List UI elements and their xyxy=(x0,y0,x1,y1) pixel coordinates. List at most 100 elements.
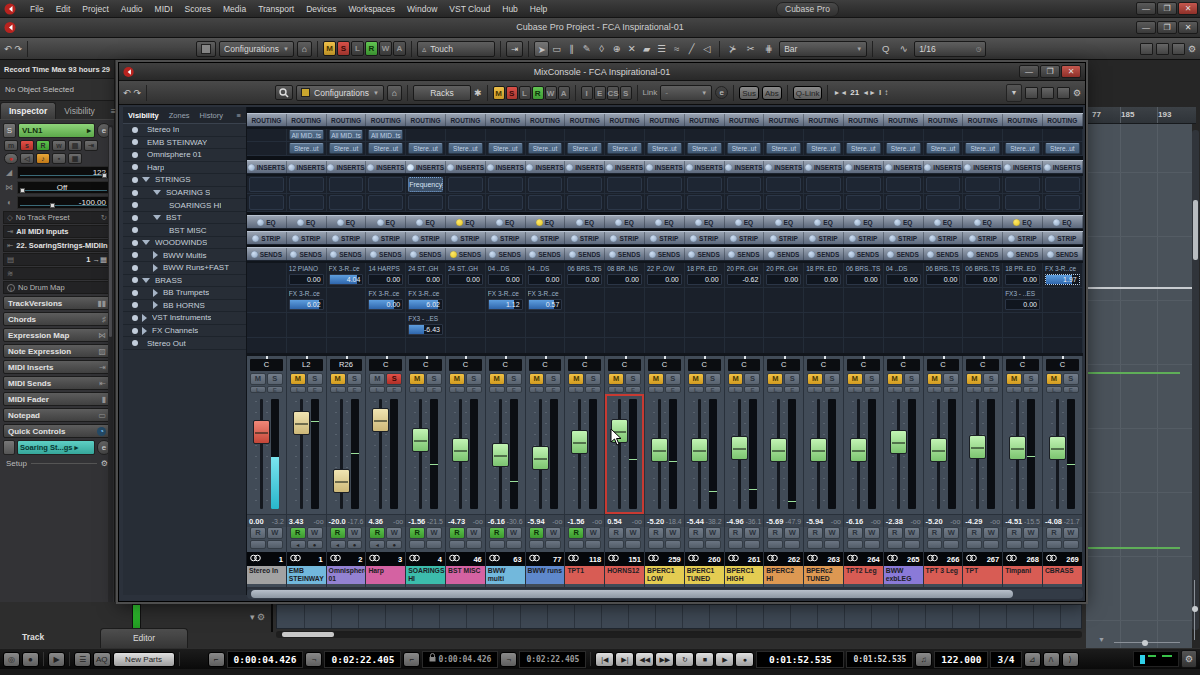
fader-value[interactable]: -5.20 xyxy=(647,517,664,526)
output-routing-button[interactable]: Stere..ut xyxy=(926,143,961,154)
send-cell[interactable] xyxy=(645,338,685,354)
auto-w-button[interactable]: W xyxy=(379,41,392,56)
pan-control[interactable]: C xyxy=(366,356,405,373)
send-level-bar[interactable]: 0.00 xyxy=(607,274,642,285)
eq-power-icon[interactable] xyxy=(814,219,821,226)
rack-header-cell[interactable]: INSERTS xyxy=(924,161,964,173)
solo-button[interactable]: S xyxy=(904,373,920,385)
fader-value[interactable]: -5.94 xyxy=(528,517,545,526)
write-button[interactable]: W xyxy=(585,527,601,539)
fader-cap[interactable] xyxy=(412,428,429,452)
insert-slot[interactable] xyxy=(766,177,801,192)
insert-slot[interactable] xyxy=(408,195,443,210)
solo-button[interactable]: S xyxy=(864,373,880,385)
transport-forward-button[interactable]: ▶▶ xyxy=(655,652,674,667)
send-slot-label[interactable]: 04 ..DS xyxy=(886,264,921,273)
send-cell[interactable] xyxy=(645,288,685,312)
grid-icon[interactable]: ⋕ xyxy=(761,41,776,57)
rack-header-cell[interactable]: SENDS xyxy=(486,248,526,260)
send-level-bar[interactable]: 0.00 xyxy=(926,274,961,285)
send-level-bar[interactable]: 0.00 xyxy=(408,274,443,285)
vscroll-thumb[interactable] xyxy=(1193,200,1198,260)
tool-scrub-icon[interactable]: ◁ xyxy=(699,41,714,57)
pan-value[interactable]: C xyxy=(489,359,522,371)
input-routing-button[interactable]: All MID..ts xyxy=(289,130,324,140)
fader-value[interactable]: 4.36 xyxy=(368,517,383,526)
mute-button[interactable]: M xyxy=(807,373,823,385)
mute-button[interactable]: M xyxy=(330,373,346,385)
send-cell[interactable]: FX3 - ..ES0.00 xyxy=(1003,288,1043,312)
menu-scores[interactable]: Scores xyxy=(179,0,217,18)
grid-type-dropdown[interactable]: Bar▼ xyxy=(779,41,867,57)
project-titlebar[interactable]: Cubase Pro Project - FCA Inspirational-0… xyxy=(0,18,1200,38)
pan-value[interactable]: C xyxy=(847,359,880,371)
insert-slot[interactable] xyxy=(965,195,1000,210)
rack-header-cell[interactable]: ROUTING xyxy=(725,114,765,126)
send-slot-label[interactable]: 06 BRS..TS xyxy=(567,264,602,273)
project-maximize-button[interactable]: ❐ xyxy=(1157,21,1177,34)
mix-dropdown-icon[interactable]: ▼ xyxy=(1006,84,1022,102)
inserts-power-icon[interactable] xyxy=(566,164,573,171)
read-button[interactable]: R xyxy=(688,527,704,539)
insert-cell[interactable] xyxy=(486,176,526,193)
track-solo-indicator[interactable]: S xyxy=(3,123,16,138)
send-slot-label[interactable]: 14 HARPS xyxy=(368,264,403,273)
visibility-dot-icon[interactable] xyxy=(132,315,138,321)
send-slot-label[interactable]: 22 P..OW xyxy=(647,264,682,273)
send-slot-label[interactable]: FX 3-R..ce xyxy=(488,289,523,298)
send-cell[interactable] xyxy=(486,313,526,337)
channel-name[interactable]: Omnisphere 01 xyxy=(327,566,366,584)
insert-cell[interactable]: Frequency xyxy=(406,176,446,193)
menu-workspaces[interactable]: Workspaces xyxy=(342,0,401,18)
visibility-item-soaring-s[interactable]: SOARING S xyxy=(123,187,246,200)
insert-cell[interactable] xyxy=(924,194,964,211)
panel-expression-map[interactable]: Expression Map⋈ xyxy=(3,328,111,342)
mix-auto-a-button[interactable]: A xyxy=(558,86,570,100)
mute-button[interactable]: M xyxy=(688,373,704,385)
mix-tab-menu-icon[interactable]: ≡ xyxy=(232,111,246,120)
inserts-power-icon[interactable] xyxy=(407,164,414,171)
send-cell[interactable] xyxy=(884,288,924,312)
write-button[interactable]: W xyxy=(307,527,323,539)
marker-button-2[interactable]: /\ xyxy=(1043,652,1060,667)
write-button[interactable]: W xyxy=(983,527,999,539)
transport-play-button[interactable]: ▶ xyxy=(715,652,734,667)
send-cell[interactable]: FX 3-R..ce0.00 xyxy=(366,288,406,312)
patch-field[interactable]: ≋ xyxy=(3,267,111,280)
routing-input-cell[interactable]: All MID..ts xyxy=(366,129,406,141)
rack-header-cell[interactable]: INSERTS xyxy=(446,161,486,173)
send-cell[interactable] xyxy=(247,338,287,354)
send-level-bar[interactable]: 0.00 xyxy=(528,274,563,285)
rack-header-cell[interactable]: ROUTING xyxy=(486,114,526,126)
send-slot-label[interactable]: FX 3-R..ce xyxy=(408,289,443,298)
listen-button[interactable]: L xyxy=(489,386,505,393)
sends-power-icon[interactable] xyxy=(808,251,815,258)
pan-control[interactable]: C xyxy=(804,356,843,373)
rack-header-cell[interactable]: SENDS xyxy=(327,248,367,260)
pan-value[interactable]: R26 xyxy=(330,359,363,371)
routing-output-cell[interactable]: Stere..ut xyxy=(446,142,486,155)
rack-header-cell[interactable]: SENDS xyxy=(924,248,964,260)
send-cell[interactable] xyxy=(804,288,844,312)
insert-cell[interactable] xyxy=(685,194,725,211)
rack-header-cell[interactable]: STRIP xyxy=(327,232,367,244)
mute-button[interactable]: M xyxy=(966,373,982,385)
record-enable-button[interactable]: ● xyxy=(347,540,363,549)
inserts-power-icon[interactable] xyxy=(487,164,494,171)
eq-power-icon[interactable] xyxy=(416,219,423,226)
send-level-bar[interactable]: 0.00 xyxy=(1005,299,1040,310)
pan-value[interactable]: C xyxy=(449,359,482,371)
strip-power-icon[interactable] xyxy=(610,235,617,242)
expand-arrow-icon[interactable] xyxy=(153,289,158,297)
send-cell[interactable]: 04 ..DS0.00 xyxy=(884,263,924,287)
solo-button[interactable]: S xyxy=(943,373,959,385)
solo-button[interactable]: S xyxy=(705,373,721,385)
write-button[interactable]: W xyxy=(1063,527,1079,539)
record-enable-button[interactable]: ● xyxy=(307,540,323,549)
rack-header-cell[interactable]: ROUTING xyxy=(1043,114,1083,126)
rack-header-cell[interactable]: STRIP xyxy=(645,232,685,244)
fader-cap[interactable] xyxy=(691,438,708,462)
insert-cell[interactable] xyxy=(804,176,844,193)
channel-name[interactable]: BST MISC xyxy=(446,566,485,584)
fader-value[interactable]: -1.56 xyxy=(408,517,425,526)
